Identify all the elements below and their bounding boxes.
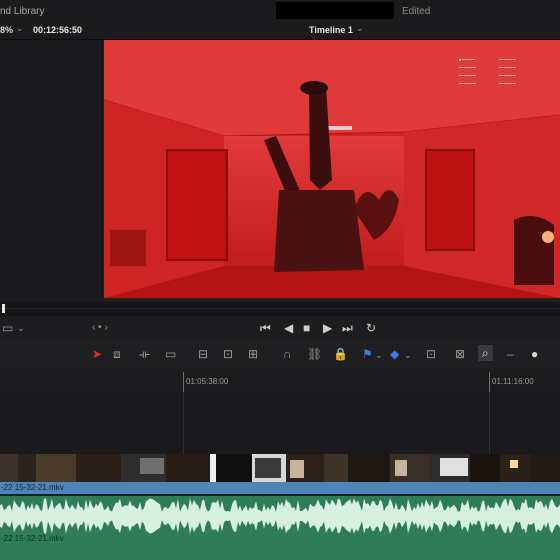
audio-clip-body: -22 15-32-21.mkv — [0, 534, 560, 560]
video-clip-name: -22 15-32-21.mkv — [1, 483, 64, 492]
zoom-slider-handle[interactable]: ● — [531, 347, 538, 361]
viewer-scrubber[interactable] — [0, 302, 560, 316]
svg-text:━━━━━━━: ━━━━━━━ — [498, 73, 516, 78]
chevron-down-icon[interactable]: ⌄ — [404, 348, 412, 362]
project-name-box[interactable] — [276, 2, 394, 19]
timeline-dropdown-chevron-icon[interactable]: ⌄ — [356, 23, 364, 34]
scrub-track — [0, 308, 560, 309]
svg-text:━━━━━━━: ━━━━━━━ — [498, 57, 516, 62]
zoom-level[interactable]: 8% — [0, 25, 13, 35]
svg-text:━━━━━━━: ━━━━━━━ — [458, 81, 476, 86]
track-gridline — [489, 392, 490, 454]
video-clip[interactable]: -22 15-32-21.mkv — [0, 454, 560, 494]
edit-toolbar: ➤ ⧈ ⟛ ▭ ⊟ ⊡ ⊞ ∩ ⛓ 🔒 ⚑ ⌄ ◆ ⌄ ⊡ ⊠ ⌕ – ● — [0, 340, 560, 369]
ruler-timecode-a: 01:05:38:00 — [186, 377, 229, 386]
audio-clip[interactable]: -22 15-32-21.mkv — [0, 496, 560, 560]
ruler-timecode-b: 01:11:16:00 — [492, 377, 534, 386]
link-icon[interactable]: ⛓ — [307, 347, 322, 361]
transport-bar: ▭ ⌄ ‹ • › ⏮ ◀ ■ ▶ ⏭ ↻ — [0, 316, 560, 341]
flag-icon[interactable]: ⚑ — [362, 347, 373, 361]
scrub-playhead[interactable] — [2, 304, 5, 313]
snapping-magnet-icon[interactable]: ∩ — [283, 347, 292, 361]
go-to-start-icon[interactable]: ⏮ — [260, 321, 271, 335]
replace-clip-icon[interactable]: ⊞ — [248, 347, 258, 361]
viewer-frame: ■ ━━━━━ ━━━━━━━ ━━━━━━━ ━━━━━━━ ━━━━━━━ … — [104, 40, 560, 298]
dynamic-trim-icon[interactable]: ⟛ — [139, 347, 150, 361]
viewer-header: 8% ⌄ 00:12:56:50 Timeline 1 ⌄ — [0, 22, 560, 40]
svg-text:━━━━━━━: ━━━━━━━ — [458, 73, 476, 78]
timeline-name[interactable]: Timeline 1 — [309, 25, 353, 35]
play-icon[interactable]: ▶ — [323, 321, 332, 335]
zoom-detail-icon[interactable]: ⊠ — [455, 347, 465, 361]
zoom-custom-icon[interactable]: ⌕ — [478, 345, 493, 361]
zoom-out-icon[interactable]: – — [507, 347, 514, 361]
video-viewer[interactable]: ■ ━━━━━ ━━━━━━━ ━━━━━━━ ━━━━━━━ ━━━━━━━ … — [104, 40, 560, 298]
lock-icon[interactable]: 🔒 — [333, 347, 348, 361]
media-pool-panel — [0, 40, 103, 302]
svg-text:━━━━━━━: ━━━━━━━ — [458, 65, 476, 70]
prev-next-edit-icon[interactable]: ‹ • › — [92, 321, 108, 335]
edit-status-label: Edited — [402, 6, 431, 17]
chevron-down-icon[interactable]: ⌄ — [17, 321, 25, 335]
chevron-down-icon[interactable]: ⌄ — [16, 23, 24, 34]
chevron-down-icon[interactable]: ⌄ — [375, 348, 383, 362]
timeline-ruler[interactable]: 01:05:38:00 01:11:16:00 — [0, 368, 560, 393]
media-library-label[interactable]: nd Library — [0, 6, 44, 17]
go-to-end-icon[interactable]: ⏭ — [342, 321, 353, 335]
ruler-tick — [183, 372, 184, 392]
insert-clip-icon[interactable]: ⊟ — [198, 347, 208, 361]
selection-arrow-icon[interactable]: ➤ — [92, 347, 102, 361]
audio-waveform — [0, 498, 560, 534]
audio-clip-name: -22 15-32-21.mkv — [1, 534, 64, 543]
viewer-mode-icon[interactable]: ▭ — [2, 321, 13, 335]
marker-icon[interactable]: ◆ — [390, 347, 399, 361]
track-gridline — [183, 392, 184, 454]
svg-text:━━━━━━━: ━━━━━━━ — [498, 65, 516, 70]
video-clip-thumbnails — [0, 454, 560, 482]
app-header: nd Library Edited — [0, 0, 560, 23]
duration-timecode: 00:12:56:50 — [33, 25, 83, 35]
svg-text:━━━━━━━: ━━━━━━━ — [498, 81, 516, 86]
reverse-play-icon[interactable]: ◀ — [284, 321, 293, 335]
trim-tool-icon[interactable]: ⧈ — [113, 347, 121, 361]
timeline-empty-track-area[interactable] — [0, 392, 560, 454]
video-clip-label-bar[interactable]: -22 15-32-21.mkv — [0, 482, 560, 494]
loop-icon[interactable]: ↻ — [366, 321, 376, 335]
overwrite-clip-icon[interactable]: ⊡ — [223, 347, 233, 361]
stop-icon[interactable]: ■ — [303, 321, 310, 335]
svg-text:■ ━━━━━: ■ ━━━━━ — [459, 57, 475, 62]
ruler-tick — [489, 372, 490, 392]
blade-tool-icon[interactable]: ▭ — [165, 347, 176, 361]
zoom-to-fit-icon[interactable]: ⊡ — [426, 347, 436, 361]
